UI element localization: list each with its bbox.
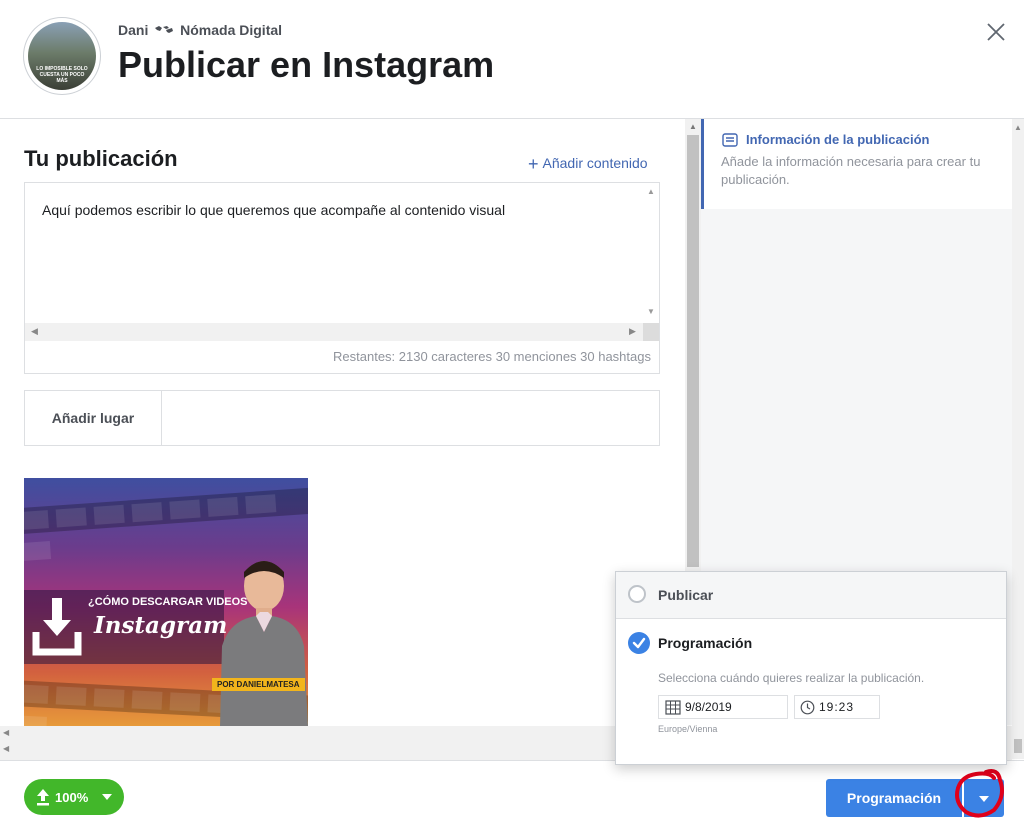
time-value[interactable]: 19:23 — [819, 700, 854, 714]
add-place-field[interactable]: Añadir lugar — [24, 390, 660, 446]
download-icon — [32, 598, 82, 656]
publish-options-dropdown[interactable] — [964, 779, 1004, 817]
publish-radio[interactable] — [628, 585, 646, 603]
chevron-down-icon[interactable] — [102, 794, 112, 800]
avatar-caption: LO IMPOSIBLE SOLO CUESTA UN POCO MÁS — [36, 66, 88, 84]
scrollbar-thumb[interactable] — [1014, 739, 1022, 753]
film-strip-decoration — [24, 487, 308, 562]
add-content-link[interactable]: + Añadir contenido — [528, 154, 648, 175]
post-info-description: Añade la información necesaria para crea… — [721, 154, 981, 187]
media-thumbnail[interactable]: ¿CÓMO DESCARGAR VIDEOS EN Instagram POR … — [24, 478, 308, 726]
schedule-button[interactable]: Programación — [826, 779, 962, 817]
plus-icon[interactable]: + — [528, 154, 539, 174]
section-title: Tu publicación — [24, 146, 178, 171]
upload-arrow-icon — [37, 789, 49, 806]
close-icon[interactable] — [984, 20, 1008, 44]
time-input[interactable]: 19:23 — [794, 695, 880, 719]
upload-progress-value: 100% — [55, 790, 89, 805]
scroll-down-icon[interactable]: ▼ — [647, 307, 655, 316]
scroll-left-icon[interactable]: ◀ — [3, 744, 9, 753]
scroll-up-icon[interactable]: ▲ — [647, 187, 655, 196]
world-map-icon — [155, 26, 174, 33]
person-photo — [220, 561, 308, 726]
upload-progress-button[interactable]: 100% — [24, 779, 124, 815]
add-content-label[interactable]: Añadir contenido — [543, 155, 648, 171]
close-button[interactable] — [984, 20, 1008, 44]
sidebar-scrollbar[interactable]: ▲ — [1012, 119, 1024, 759]
post-info-card[interactable]: Información de la publicación Añade la i… — [701, 119, 1015, 209]
post-info-title[interactable]: Información de la publicación — [746, 132, 929, 147]
thumbnail-credit: POR DANIELMATESA — [212, 678, 305, 691]
schedule-help-text: Selecciona cuándo quieres realizar la pu… — [658, 671, 925, 685]
option-schedule-label[interactable]: Programación — [658, 635, 752, 651]
date-input[interactable]: 9/8/2019 — [658, 695, 788, 719]
thumbnail-instagram-text: Instagram — [94, 612, 228, 639]
scrollbar-thumb[interactable] — [687, 135, 699, 567]
post-info-icon — [722, 133, 738, 147]
account-name-prefix: Dani — [118, 22, 149, 38]
page-title: Publicar en Instagram — [118, 44, 495, 85]
option-publish-label[interactable]: Publicar — [658, 587, 713, 603]
option-publish[interactable]: Publicar — [616, 572, 1006, 619]
chevron-down-icon[interactable] — [979, 796, 989, 802]
clock-icon[interactable] — [800, 700, 815, 715]
post-text-input[interactable]: Aquí podemos escribir lo que queremos qu… — [42, 202, 505, 218]
scrollbar-corner — [643, 323, 659, 341]
scroll-left-icon[interactable]: ◀ — [3, 728, 9, 737]
add-place-label: Añadir lugar — [25, 391, 162, 445]
scroll-up-icon[interactable]: ▲ — [689, 122, 697, 131]
textbox-horizontal-scrollbar[interactable]: ◀ ▶ — [25, 323, 643, 341]
calendar-icon[interactable] — [665, 700, 681, 715]
scroll-left-icon[interactable]: ◀ — [31, 326, 38, 337]
page-avatar: LO IMPOSIBLE SOLO CUESTA UN POCO MÁS — [24, 18, 100, 94]
publish-options-popup: Publicar Programación Selecciona cuándo … — [615, 571, 1007, 765]
checkmark-icon — [632, 637, 646, 649]
option-schedule[interactable]: Programación Selecciona cuándo quieres r… — [616, 619, 1006, 764]
character-counter: Restantes: 2130 caracteres 30 menciones … — [333, 349, 651, 364]
scroll-right-icon[interactable]: ▶ — [629, 326, 636, 337]
timezone-label: Europe/Vienna — [658, 724, 718, 734]
textbox-vertical-scrollbar[interactable]: ▲ ▼ — [643, 183, 659, 323]
account-name: Dani Nómada Digital — [118, 22, 282, 38]
scroll-up-icon[interactable]: ▲ — [1014, 123, 1022, 132]
post-text-box[interactable]: Aquí podemos escribir lo que queremos qu… — [24, 182, 660, 374]
account-name-suffix: Nómada Digital — [180, 22, 283, 38]
date-value[interactable]: 9/8/2019 — [685, 700, 732, 714]
schedule-radio-checked[interactable] — [628, 632, 650, 654]
